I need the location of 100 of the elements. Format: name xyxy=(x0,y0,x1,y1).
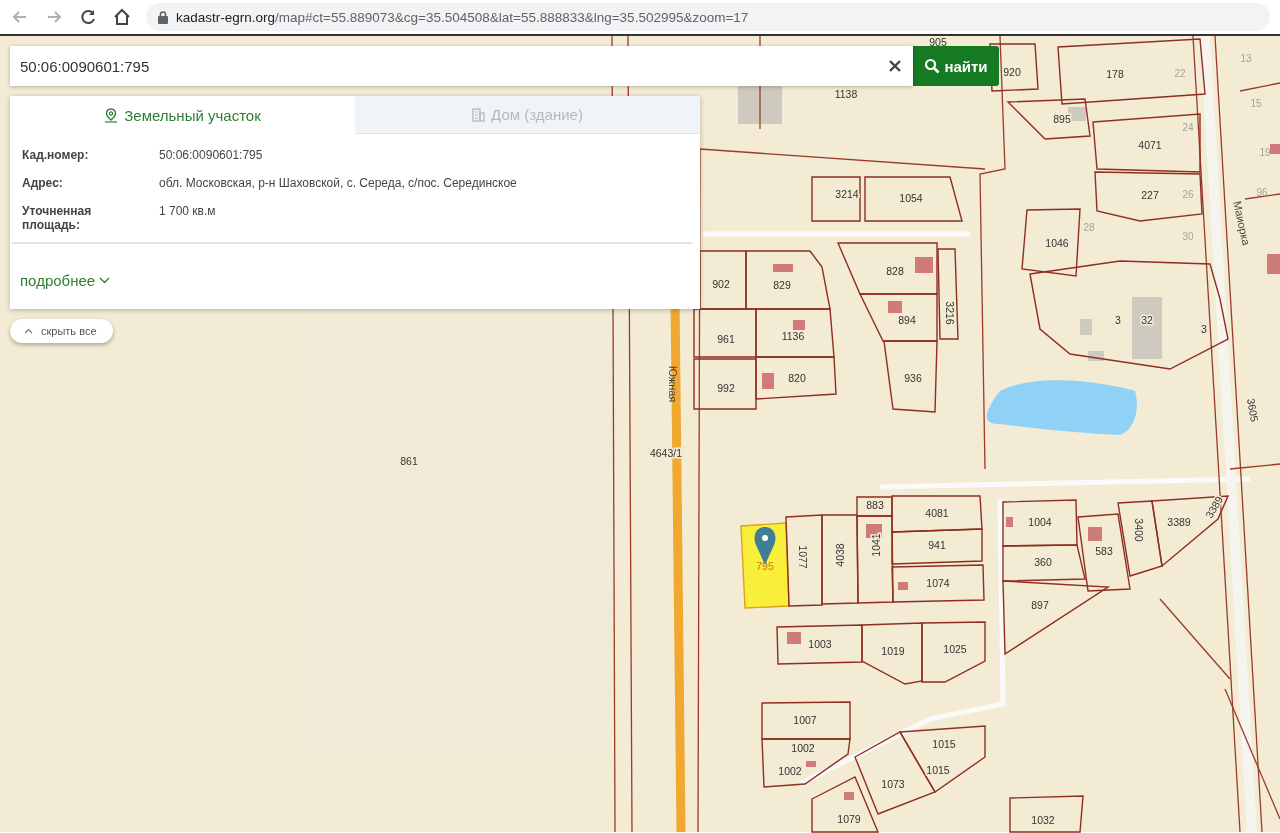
close-icon[interactable] xyxy=(887,58,903,74)
parcel-number: 1138 xyxy=(834,88,858,100)
parcel-outline[interactable] xyxy=(891,495,983,533)
parcel-number: 820 xyxy=(788,372,806,384)
field-label: Уточненная площадь: xyxy=(22,204,93,232)
search-button[interactable]: найти xyxy=(913,46,999,86)
parcel-outline[interactable] xyxy=(693,308,757,358)
parcel-number: 894 xyxy=(898,314,916,326)
parcel-number: 861 xyxy=(400,455,418,467)
parcel-number: 905 xyxy=(929,36,947,48)
parcel-outline[interactable] xyxy=(1021,208,1081,277)
house-number: 15 xyxy=(1250,98,1262,109)
house-footprint xyxy=(915,257,933,273)
parcel-outline[interactable] xyxy=(821,514,859,605)
parcel-number: 3400 xyxy=(1133,518,1145,542)
home-icon[interactable] xyxy=(112,7,132,27)
field-label: Кад.номер: xyxy=(22,148,90,162)
parcel-outline[interactable] xyxy=(1077,513,1131,592)
parcel-outline[interactable] xyxy=(1006,98,1091,140)
field-value: 50:06:0090601:795 xyxy=(159,148,264,162)
house-number: 19 xyxy=(1259,147,1271,158)
parcel-outline[interactable] xyxy=(921,621,986,683)
parcel-number: 3216 xyxy=(944,301,956,325)
field-label: Адрес: xyxy=(22,176,64,190)
parcel-number: 1002 xyxy=(778,765,802,777)
parcel-outline[interactable] xyxy=(1151,495,1230,568)
parcel-outline[interactable] xyxy=(856,496,893,517)
parcel-number: 1136 xyxy=(781,330,805,342)
parcel-outline[interactable] xyxy=(864,176,963,222)
field-value: 1 700 кв.м xyxy=(159,204,217,220)
house-footprint xyxy=(1088,527,1102,541)
parcel-outline[interactable] xyxy=(1057,38,1206,105)
parcel-number: 3 xyxy=(1115,314,1121,326)
parcel-number: 1032 xyxy=(1031,814,1055,826)
parcel-outline[interactable] xyxy=(1029,260,1229,370)
parcel-outline[interactable] xyxy=(858,293,938,342)
parcel-number: 883 xyxy=(866,499,884,511)
parcel-outline[interactable] xyxy=(755,356,837,400)
parcel-number: 1002 xyxy=(791,742,815,754)
parcel-outline[interactable] xyxy=(811,176,861,222)
parcel-outline[interactable] xyxy=(699,250,747,310)
parcel-number: 4071 xyxy=(1138,139,1162,151)
hide-all-button[interactable]: скрыть все xyxy=(10,319,113,343)
address-bar[interactable]: kadastr-egrn.org/map#ct=55.889073&cg=35.504508&lat=55.888833&lng=35.502995&zoom=17 xyxy=(146,3,1270,31)
house-footprint xyxy=(1006,517,1013,527)
parcel-outline[interactable] xyxy=(785,514,823,607)
parcel-outline[interactable] xyxy=(755,308,835,358)
parcel-number: 1003 xyxy=(808,638,832,650)
parcel-number: 4081 xyxy=(925,507,949,519)
parcel-outline[interactable] xyxy=(1009,795,1084,833)
parcel-outline[interactable] xyxy=(937,248,959,340)
building-footprint xyxy=(1132,297,1162,359)
parcel-number: 1046 xyxy=(1045,237,1069,249)
parcel-number: 902 xyxy=(712,278,730,290)
parcel-number: 992 xyxy=(717,382,735,394)
street-name: Маиорка xyxy=(1231,199,1253,247)
parcel-outline[interactable] xyxy=(761,738,851,788)
parcel-outline[interactable] xyxy=(861,622,923,685)
parcel-number: 941 xyxy=(928,539,946,551)
house-footprint xyxy=(762,373,774,389)
parcel-outline[interactable] xyxy=(745,250,831,310)
parcel-number: 1015 xyxy=(926,764,950,776)
caret-up-icon xyxy=(24,328,33,334)
parcel-outline[interactable] xyxy=(1002,580,1111,656)
parcel-outline[interactable] xyxy=(1002,544,1086,582)
parcel-number: 920 xyxy=(1003,66,1021,78)
more-link[interactable]: подробнее xyxy=(20,272,96,289)
parcel-number: 1041 xyxy=(870,533,882,557)
parcel-outline[interactable] xyxy=(856,515,894,604)
house-footprint xyxy=(844,792,854,800)
parcel-outline[interactable] xyxy=(891,564,985,603)
parcel-number: 1004 xyxy=(1028,516,1052,528)
parcel-outline[interactable] xyxy=(1094,171,1203,222)
chevron-down-icon xyxy=(99,277,111,284)
parcel-outline[interactable] xyxy=(891,528,983,565)
parcel-outline[interactable] xyxy=(811,776,880,833)
parcel-outline[interactable] xyxy=(1117,500,1163,577)
parcel-outline[interactable] xyxy=(693,358,757,410)
parcel-number: 583 xyxy=(1095,545,1113,557)
parcel-number: 936 xyxy=(904,372,922,384)
search-field[interactable]: 50:06:0090601:795 xyxy=(10,46,913,86)
parcel-outline[interactable] xyxy=(776,624,863,665)
house-number: 30 xyxy=(1182,231,1194,242)
house-number: 26 xyxy=(1182,189,1194,200)
parcel-number: 3 xyxy=(1201,323,1207,335)
parcel-outline[interactable] xyxy=(761,701,851,740)
tab[interactable]: Земельный участок xyxy=(10,96,355,134)
parcel-outline[interactable] xyxy=(1092,113,1201,173)
parcel-outline[interactable] xyxy=(836,242,938,295)
house-number: 22 xyxy=(1174,68,1186,79)
parcel-number: 895 xyxy=(1053,113,1071,125)
parcel-number: 1015 xyxy=(932,738,956,750)
parcel-number: 1073 xyxy=(881,778,905,790)
parcel-outline[interactable] xyxy=(1002,499,1078,547)
parcel-outline[interactable] xyxy=(883,340,938,413)
parcel-number: 3605 xyxy=(1245,397,1261,423)
location-pin-icon xyxy=(104,107,119,123)
parcel-number: 227 xyxy=(1141,189,1159,201)
street-name: Южная xyxy=(667,365,679,403)
reload-icon[interactable] xyxy=(78,7,98,27)
